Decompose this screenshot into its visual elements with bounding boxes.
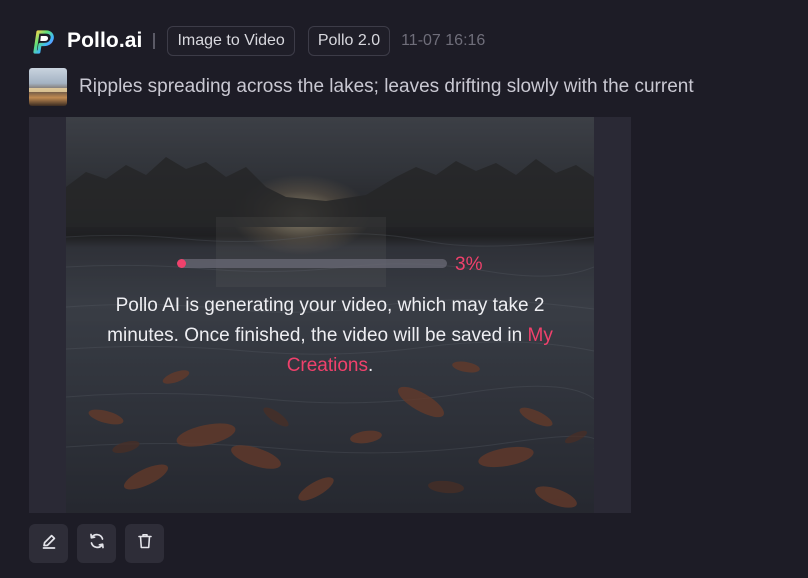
mode-tag: Image to Video (167, 26, 295, 56)
progress-bar-fill (177, 259, 186, 268)
lake-thumbnail[interactable] (29, 68, 67, 106)
message-header: Pollo.ai Image to Video Pollo 2.0 11-07 … (29, 25, 485, 57)
message-actions (29, 524, 173, 563)
video-preview-image: 3% Pollo AI is generating your video, wh… (66, 117, 594, 513)
timestamp: 11-07 16:16 (401, 32, 486, 49)
progress-bar (177, 259, 447, 268)
generation-message-end: . (368, 355, 374, 376)
generation-message-text: Pollo AI is generating your video, which… (107, 295, 545, 346)
regenerate-button[interactable] (77, 524, 116, 563)
header-divider (153, 33, 156, 49)
brand-name: Pollo.ai (67, 29, 143, 52)
video-panel: 3% Pollo AI is generating your video, wh… (29, 117, 631, 513)
model-tag: Pollo 2.0 (307, 26, 391, 56)
delete-button[interactable] (125, 524, 164, 563)
prompt-row: Ripples spreading across the lakes; leav… (29, 68, 694, 106)
trash-icon (136, 532, 154, 555)
chat-message: Pollo.ai Image to Video Pollo 2.0 11-07 … (0, 0, 808, 578)
generation-message: Pollo AI is generating your video, which… (80, 291, 580, 381)
edit-button[interactable] (29, 524, 68, 563)
progress-percent: 3% (455, 254, 483, 275)
refresh-icon (87, 531, 107, 556)
prompt-text: Ripples spreading across the lakes; leav… (79, 76, 694, 97)
pollo-logo-icon (29, 28, 55, 54)
pencil-icon (40, 532, 58, 555)
